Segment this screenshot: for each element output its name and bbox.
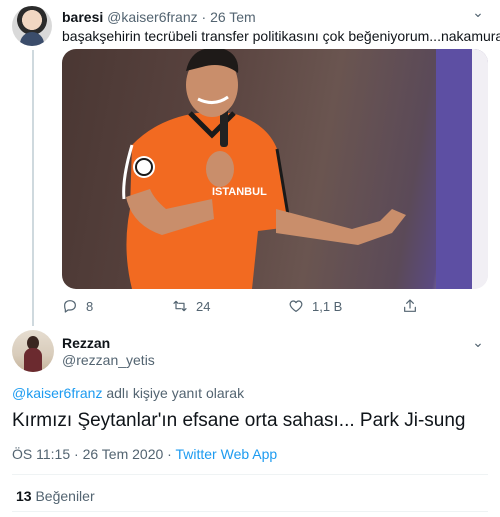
separator-dot: · [70,446,83,462]
chevron-down-icon[interactable]: ⌄ [470,334,486,350]
replying-to: @kaiser6franz adlı kişiye yanıt olarak [12,385,244,401]
tweet-full-date[interactable]: 26 Tem 2020 [83,446,164,462]
reply-count: 8 [86,298,94,314]
tweet-actions: 8 24 1,1 B [62,296,488,316]
tweet-photo[interactable]: ISTANBUL [62,49,488,289]
avatar[interactable] [12,330,54,372]
likes-summary[interactable]: 13 Beğeniler [16,488,95,504]
share-icon [404,299,416,312]
reply-text: Kırmızı Şeytanlar'ın efsane orta sahası.… [12,410,466,431]
like-count: 1,1 B [312,298,343,314]
photo-person-illustration: ISTANBUL [122,49,488,289]
avatar[interactable] [12,6,52,46]
tweet-date[interactable]: 26 Tem [210,9,256,25]
tweet-text: başakşehirin tecrübeli transfer politika… [62,28,500,44]
retweet-icon [173,300,187,312]
tweet-time[interactable]: ÖS 11:15 [12,446,70,462]
author-name[interactable]: Rezzan [62,335,110,351]
like-button[interactable]: 1,1 B [288,296,342,316]
heart-icon [289,300,303,312]
tweet-header: baresi @kaiser6franz · 26 Tem [62,9,256,25]
reply-icon [64,300,76,313]
source-app-link[interactable]: Twitter Web App [175,446,277,462]
retweet-button[interactable]: 24 [172,296,210,316]
likes-count: 13 [16,488,32,504]
likes-label: Beğeniler [31,488,95,504]
share-button[interactable] [402,296,426,316]
author-handle[interactable]: @kaiser6franz [107,9,197,25]
original-tweet[interactable]: baresi @kaiser6franz · 26 Tem başakşehir… [0,0,500,330]
reply-tweet: Rezzan @rezzan_yetis ⌄ @kaiser6franz adl… [0,330,500,517]
more-horizontal-icon[interactable]: ⌄ [470,4,486,20]
author-handle[interactable]: @rezzan_yetis [62,352,155,368]
author-name[interactable]: baresi [62,9,103,25]
tweet-metadata: ÖS 11:15 · 26 Tem 2020 · Twitter Web App [12,446,277,462]
separator-dot: · [163,446,176,462]
jersey-text: ISTANBUL [212,186,267,198]
divider [12,511,488,512]
separator-dot: · [201,9,207,25]
divider [12,474,488,475]
replying-to-mention[interactable]: @kaiser6franz [12,385,102,401]
retweet-count: 24 [196,298,211,314]
reply-button[interactable]: 8 [62,296,93,316]
replying-to-suffix: adlı kişiye yanıt olarak [102,385,245,401]
